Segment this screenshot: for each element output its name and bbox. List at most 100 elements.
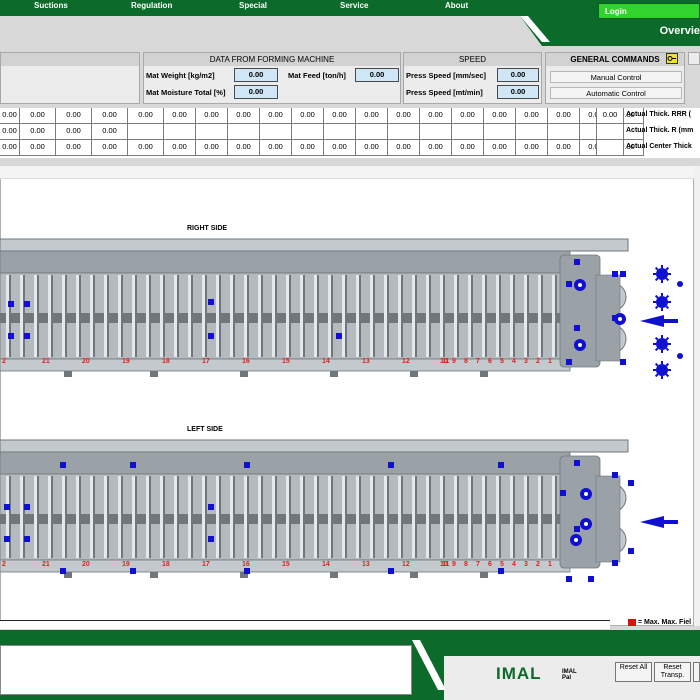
frame-column — [426, 476, 429, 558]
sensor-marker — [388, 462, 394, 468]
frame-number: 9 — [452, 358, 456, 365]
frame-column — [482, 476, 485, 558]
table-cell: 0.00 — [92, 108, 128, 124]
frame-shadow — [135, 275, 137, 357]
frame-column — [286, 275, 289, 357]
frame-column — [328, 275, 331, 357]
frame-column — [496, 275, 499, 357]
frame-shadow — [65, 476, 67, 558]
frame-shadow — [317, 275, 319, 357]
frame-shadow — [65, 275, 67, 357]
sensor-marker — [620, 271, 626, 277]
frame-column — [286, 476, 289, 558]
menu-service[interactable]: Service — [340, 1, 368, 10]
gear-tooth — [665, 294, 670, 299]
table-cell — [516, 124, 548, 140]
frame-column — [468, 476, 471, 558]
frame-shadow — [51, 275, 53, 357]
frame-column — [34, 275, 37, 357]
frame-column — [132, 275, 135, 357]
frame-shadow — [93, 476, 95, 558]
table-extra-cell: 0.00 — [596, 108, 624, 124]
menu-about[interactable]: About — [445, 1, 468, 10]
table-cell: 0.00 — [548, 140, 580, 156]
frame-column — [412, 275, 415, 357]
frame-shadow — [135, 476, 137, 558]
status-dot-icon — [677, 281, 683, 287]
sensor-marker — [208, 299, 214, 305]
frame-column — [6, 476, 9, 558]
table-cell — [548, 124, 580, 140]
frame-number: 15 — [282, 358, 290, 365]
frame-column — [454, 476, 457, 558]
frame-number: 19 — [122, 561, 130, 568]
automatic-control-button[interactable]: Automatic Control — [550, 87, 682, 99]
key-icon[interactable] — [666, 53, 678, 64]
frame-shadow — [457, 476, 459, 558]
table-cell: 0.00 — [484, 108, 516, 124]
frame-shadow — [205, 275, 207, 357]
frame-column — [202, 275, 205, 357]
frame-column — [160, 476, 163, 558]
frame-shadow — [499, 476, 501, 558]
reset-all-button[interactable]: Reset All — [615, 662, 652, 682]
sensor-marker — [8, 301, 14, 307]
table-cell — [228, 124, 260, 140]
sensor-marker — [498, 462, 504, 468]
gear-tooth — [654, 266, 659, 271]
menu-suctions[interactable]: Suctions — [34, 1, 68, 10]
frame-number: 1 — [548, 358, 552, 365]
frame-column — [90, 275, 93, 357]
frame-column — [118, 275, 121, 357]
table-cell: 0.00 — [260, 108, 292, 124]
frame-column — [412, 476, 415, 558]
table-cell — [196, 124, 228, 140]
frame-shadow — [359, 476, 361, 558]
extra-bottom-button[interactable] — [693, 662, 700, 682]
login-button[interactable]: Login — [598, 3, 700, 19]
menu-special[interactable]: Special — [239, 1, 267, 10]
frame-shadow — [275, 476, 277, 558]
table-cell — [452, 124, 484, 140]
menu-regulation[interactable]: Regulation — [131, 1, 172, 10]
frame-shadow — [499, 275, 501, 357]
table-cell — [324, 124, 356, 140]
frame-column — [510, 476, 513, 558]
table-cell: 0.00 — [324, 108, 356, 124]
frame-column — [244, 476, 247, 558]
press-head — [559, 455, 601, 569]
sensor-marker — [60, 568, 66, 574]
frame-number: 1 — [548, 561, 552, 568]
frame-shadow — [527, 275, 529, 357]
frame-number: 12 — [402, 561, 410, 568]
sensor-marker — [588, 576, 594, 582]
sensor-marker — [612, 560, 618, 566]
gear-icon — [656, 364, 668, 376]
frame-column — [272, 476, 275, 558]
sensor-marker — [560, 490, 566, 496]
frame-number: 13 — [362, 358, 370, 365]
frame-number: 8 — [464, 358, 468, 365]
frame-column — [146, 476, 149, 558]
frame-column — [160, 275, 163, 357]
feed-arrow-shaft — [656, 520, 678, 524]
frame-number: 18 — [162, 358, 170, 365]
frame-number: 18 — [162, 561, 170, 568]
frame-shadow — [373, 476, 375, 558]
reset-transp-button[interactable]: Reset Transp. — [654, 662, 691, 682]
frame-number: 21 — [42, 561, 50, 568]
sensor-marker — [566, 359, 572, 365]
frame-column — [216, 476, 219, 558]
table-cell — [420, 124, 452, 140]
gear-tooth — [654, 373, 659, 378]
gear-tooth — [665, 362, 670, 367]
forming-header: DATA FROM FORMING MACHINE — [144, 53, 400, 66]
frame-number: 21 — [42, 358, 50, 365]
fan-hub — [618, 317, 622, 321]
frame-number: 2 — [536, 561, 540, 568]
upper-beam — [0, 250, 571, 274]
frame-column — [118, 476, 121, 558]
frame-column — [76, 275, 79, 357]
frame-shadow — [541, 275, 543, 357]
manual-control-button[interactable]: Manual Control — [550, 71, 682, 83]
